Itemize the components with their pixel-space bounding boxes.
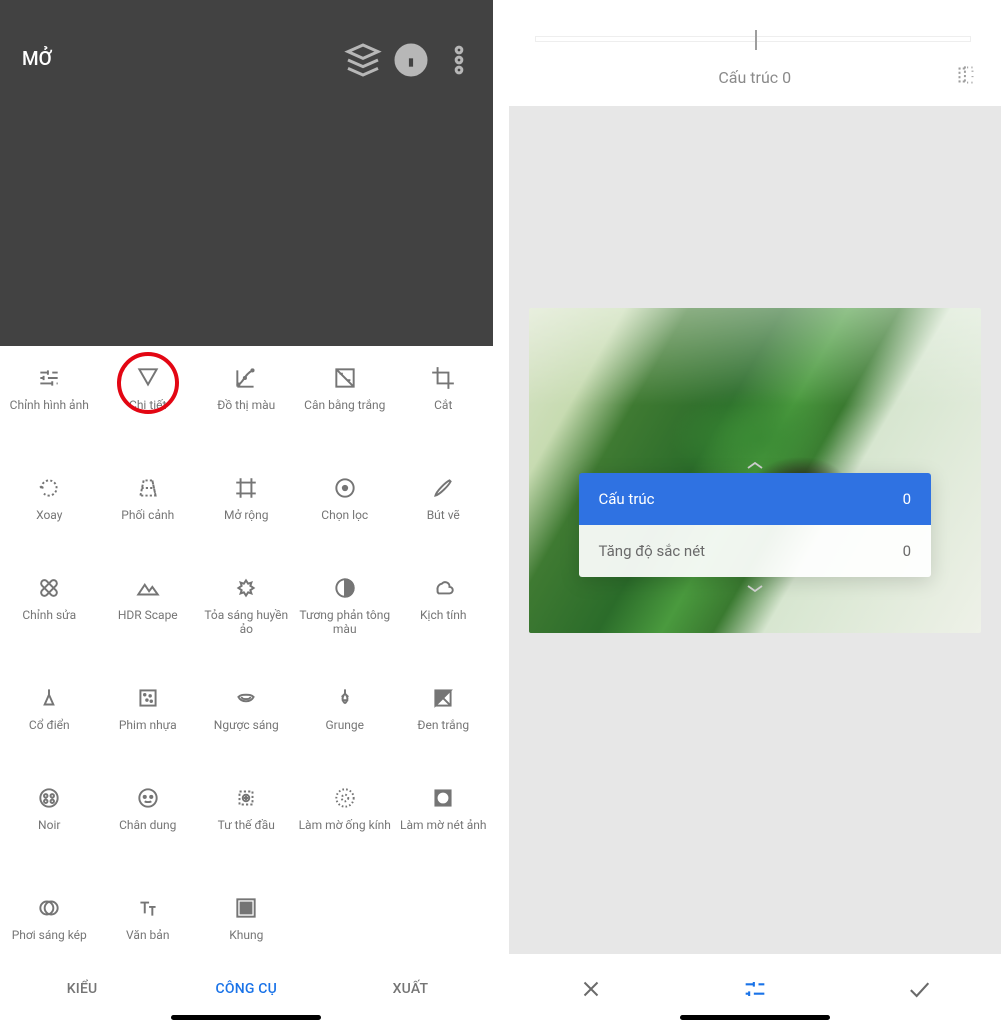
- more-icon[interactable]: [439, 40, 479, 80]
- tool-drama[interactable]: Kịch tính: [394, 566, 493, 676]
- tool-label: Chi tiết: [129, 399, 166, 413]
- tool-label: Tỏa sáng huyền ảo: [197, 609, 296, 637]
- tool-label: Bút vẽ: [427, 509, 460, 523]
- tool-label: HDR Scape: [118, 609, 178, 623]
- param-value: 0: [903, 542, 911, 560]
- home-indicator: [680, 1015, 830, 1020]
- tool-label: Làm mờ nét ảnh: [400, 819, 487, 833]
- tool-tune[interactable]: Chỉnh hình ảnh: [0, 356, 99, 466]
- tool-selective[interactable]: Chọn lọc: [296, 466, 395, 566]
- tool-label: Phối cảnh: [121, 509, 174, 523]
- slider-value-label: Cấu trúc 0: [509, 68, 1001, 87]
- home-indicator: [171, 1015, 321, 1020]
- tool-empty: [296, 886, 395, 954]
- tool-text[interactable]: Văn bản: [99, 886, 198, 954]
- tools-grid: Chỉnh hình ảnh Chi tiết Đồ thị màu Cân b…: [0, 346, 493, 954]
- tool-expand[interactable]: Mở rộng: [197, 466, 296, 566]
- tool-label: Chỉnh sửa: [22, 609, 76, 623]
- tool-frames[interactable]: Khung: [197, 886, 296, 954]
- compare-icon[interactable]: [953, 62, 979, 92]
- tool-label: Cổ điển: [29, 719, 70, 733]
- slider-handle[interactable]: [755, 30, 757, 50]
- tool-crop[interactable]: Cắt: [394, 356, 493, 466]
- tool-label: Làm mờ ống kính: [299, 819, 391, 833]
- tool-hdr[interactable]: HDR Scape: [99, 566, 198, 676]
- tool-label: Xoay: [36, 509, 62, 523]
- tool-perspective[interactable]: Phối cảnh: [99, 466, 198, 566]
- tool-noir[interactable]: Noir: [0, 776, 99, 886]
- tool-grunge[interactable]: Grunge: [296, 676, 395, 776]
- tool-label: Khung: [229, 929, 263, 943]
- bottom-tabs: KIỂU CÔNG CỤ XUẤT: [0, 954, 493, 1024]
- tool-label: Chỉnh hình ảnh: [10, 399, 89, 413]
- param-name: Cấu trúc: [599, 490, 655, 508]
- tab-export[interactable]: XUẤT: [328, 981, 492, 997]
- tool-label: Cân bằng trắng: [304, 399, 385, 413]
- tab-tools[interactable]: CÔNG CỤ: [164, 981, 328, 997]
- tool-label: Chân dung: [119, 819, 176, 833]
- tool-label: Noir: [38, 819, 60, 833]
- value-slider[interactable]: [535, 36, 972, 42]
- tool-vignette[interactable]: Làm mờ nét ảnh: [394, 776, 493, 886]
- layers-icon[interactable]: [343, 40, 383, 80]
- param-value: 0: [903, 490, 911, 508]
- tool-label: Chọn lọc: [321, 509, 368, 523]
- chevron-up-icon: [745, 460, 765, 470]
- tool-label: Đen trắng: [417, 719, 469, 733]
- chevron-down-icon: [745, 584, 765, 594]
- tool-portrait[interactable]: Chân dung: [99, 776, 198, 886]
- tool-label: Grunge: [325, 719, 364, 733]
- param-sharpening[interactable]: Tăng độ sắc nét 0: [579, 525, 932, 577]
- tool-empty: [394, 886, 493, 954]
- cancel-button[interactable]: [509, 976, 673, 1002]
- tool-label: Ngược sáng: [214, 719, 279, 733]
- tool-tonal[interactable]: Tương phản tông màu: [296, 566, 395, 676]
- tool-healing[interactable]: Chỉnh sửa: [0, 566, 99, 676]
- tool-label: Cắt: [434, 399, 452, 413]
- photo-preview[interactable]: Cấu trúc 0 Tăng độ sắc nét 0: [529, 308, 982, 633]
- param-name: Tăng độ sắc nét: [599, 542, 706, 560]
- tool-label: Văn bản: [126, 929, 169, 943]
- open-button[interactable]: MỞ: [22, 47, 52, 70]
- tool-retrolux[interactable]: Ngược sáng: [197, 676, 296, 776]
- tool-rotate[interactable]: Xoay: [0, 466, 99, 566]
- tool-grainy[interactable]: Phim nhựa: [99, 676, 198, 776]
- tool-details[interactable]: Chi tiết: [99, 356, 198, 466]
- tool-vintage[interactable]: Cổ điển: [0, 676, 99, 776]
- header-actions: [343, 40, 479, 80]
- apply-button[interactable]: [837, 975, 1001, 1003]
- tool-double-exposure[interactable]: Phơi sáng kép: [0, 886, 99, 954]
- param-structure[interactable]: Cấu trúc 0: [579, 473, 932, 525]
- tool-curves[interactable]: Đồ thị màu: [197, 356, 296, 466]
- tool-label: Tư thế đầu: [218, 819, 275, 833]
- tool-label: Phim nhựa: [119, 719, 177, 733]
- tool-white-balance[interactable]: Cân bằng trắng: [296, 356, 395, 466]
- tool-bw[interactable]: Đen trắng: [394, 676, 493, 776]
- adjust-button[interactable]: [673, 975, 837, 1003]
- tool-label: Đồ thị màu: [217, 399, 275, 413]
- tool-lensblur[interactable]: Làm mờ ống kính: [296, 776, 395, 886]
- tool-label: Kịch tính: [420, 609, 466, 623]
- param-list: Cấu trúc 0 Tăng độ sắc nét 0: [579, 473, 932, 577]
- edit-toolbar: [509, 954, 1001, 1024]
- tool-label: Tương phản tông màu: [296, 609, 395, 637]
- image-preview-area: MỞ: [0, 0, 493, 346]
- phone-left-tools: MỞ Chỉnh hình ảnh Chi tiết Đồ thị màu Câ…: [0, 0, 501, 1024]
- tool-label: Mở rộng: [224, 509, 268, 523]
- tool-headpose[interactable]: Tư thế đầu: [197, 776, 296, 886]
- tab-styles[interactable]: KIỂU: [0, 981, 164, 997]
- tool-glamour[interactable]: Tỏa sáng huyền ảo: [197, 566, 296, 676]
- tool-brush[interactable]: Bút vẽ: [394, 466, 493, 566]
- edit-canvas: Cấu trúc 0 Tăng độ sắc nét 0: [509, 106, 1001, 954]
- slider-header: Cấu trúc 0: [509, 0, 1001, 106]
- info-icon[interactable]: [391, 40, 431, 80]
- tool-label: Phơi sáng kép: [12, 929, 87, 943]
- phone-right-details: Cấu trúc 0 Cấu trúc 0 Tăng độ sắc nét 0: [501, 0, 1001, 1024]
